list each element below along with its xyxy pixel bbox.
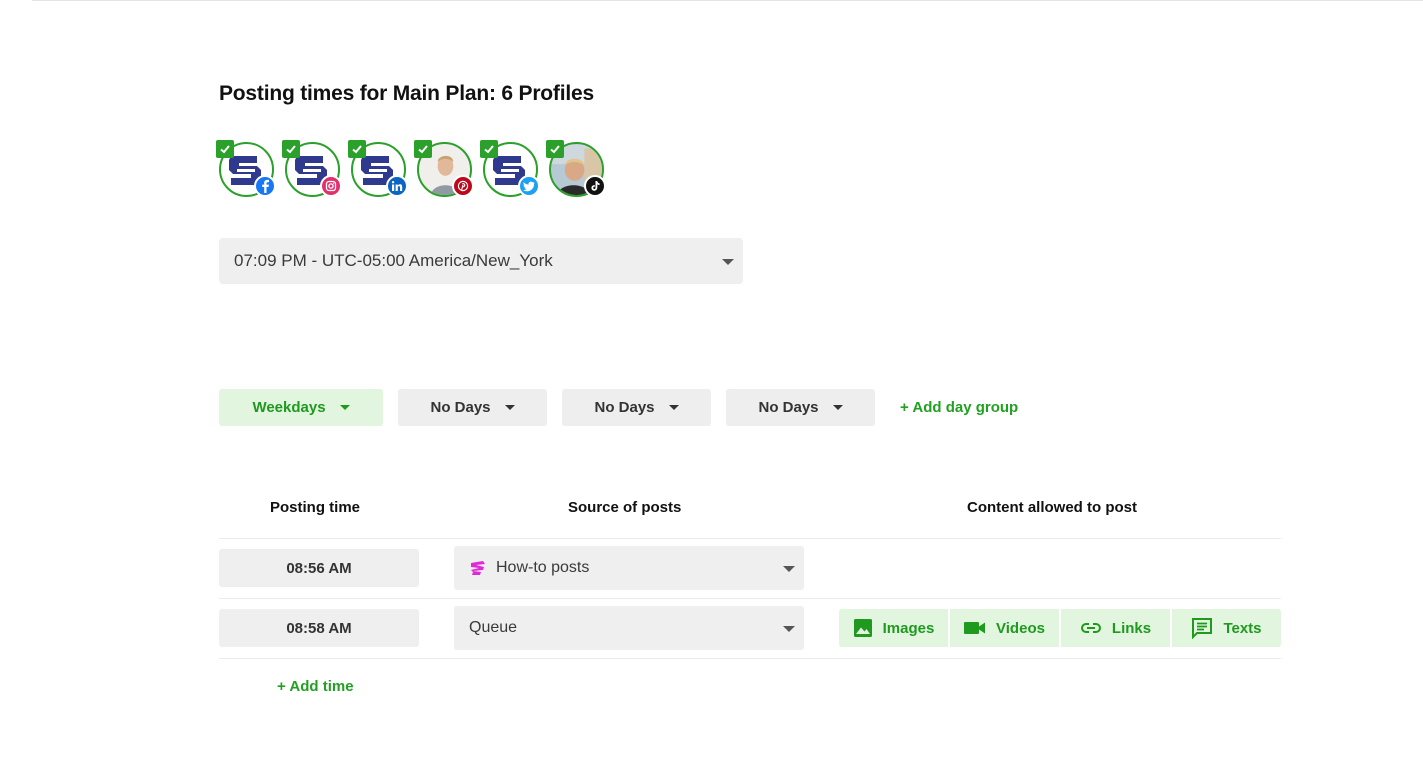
chevron-down-icon: [668, 405, 679, 410]
timezone-value: 07:09 PM - UTC-05:00 America/New_York: [234, 251, 553, 270]
column-header-content: Content allowed to post: [967, 499, 1137, 516]
facebook-icon: [254, 175, 276, 197]
column-header-posting-time: Posting time: [270, 499, 361, 516]
video-camera-icon: [964, 621, 986, 635]
content-type-toggles: Images Videos Links Texts: [839, 609, 1281, 647]
table-row: 08:56 AM How-to posts: [219, 539, 1281, 599]
chevron-down-icon: [722, 259, 734, 265]
link-icon: [1080, 622, 1102, 634]
chevron-down-icon: [783, 626, 795, 632]
source-select[interactable]: Queue: [454, 606, 804, 650]
day-group-label: No Days: [758, 399, 819, 416]
text-message-icon: [1191, 617, 1213, 639]
checkmark-icon: [414, 140, 432, 158]
chevron-down-icon: [504, 405, 515, 410]
content-label: Videos: [996, 619, 1045, 637]
tiktok-icon: [584, 175, 606, 197]
page-title: Posting times for Main Plan: 6 Profiles: [219, 82, 594, 106]
top-divider: [32, 0, 1423, 1]
content-toggle-links[interactable]: Links: [1061, 609, 1170, 647]
checkmark-icon: [348, 140, 366, 158]
category-tag-icon: [469, 559, 487, 577]
profile-avatar-linkedin[interactable]: [348, 140, 408, 197]
linkedin-icon: [386, 175, 408, 197]
table-row: 08:58 AM Queue Images Videos Links Texts: [219, 599, 1281, 659]
day-group-label: No Days: [594, 399, 655, 416]
day-group-tabs: Weekdays No Days No Days No Days + Add d…: [219, 389, 1018, 426]
image-icon: [853, 618, 873, 638]
checkmark-icon: [480, 140, 498, 158]
page-title-prefix: Posting times for: [219, 82, 393, 105]
checkmark-icon: [282, 140, 300, 158]
checkmark-icon: [546, 140, 564, 158]
content-toggle-images[interactable]: Images: [839, 609, 948, 647]
day-group-label: Weekdays: [252, 399, 326, 416]
checkmark-icon: [216, 140, 234, 158]
add-time-button[interactable]: + Add time: [277, 678, 354, 695]
posting-time-field[interactable]: 08:56 AM: [219, 549, 419, 587]
timezone-select[interactable]: 07:09 PM - UTC-05:00 America/New_York: [219, 238, 743, 284]
day-group-label: No Days: [430, 399, 491, 416]
content-toggle-texts[interactable]: Texts: [1172, 609, 1281, 647]
source-value: How-to posts: [496, 559, 590, 576]
profile-avatar-tiktok[interactable]: [546, 140, 606, 197]
plan-name: Main Plan: 6 Profiles: [392, 82, 594, 105]
chevron-down-icon: [339, 405, 350, 410]
day-group-3[interactable]: No Days: [562, 389, 711, 426]
pinterest-icon: [452, 175, 474, 197]
content-toggle-videos[interactable]: Videos: [950, 609, 1059, 647]
instagram-icon: [320, 175, 342, 197]
posting-time-field[interactable]: 08:58 AM: [219, 609, 419, 647]
source-value: Queue: [469, 619, 518, 636]
content-label: Links: [1111, 619, 1152, 637]
table-header: Posting time Source of posts Content all…: [219, 488, 1281, 539]
chevron-down-icon: [832, 405, 843, 410]
source-select[interactable]: How-to posts: [454, 546, 804, 590]
twitter-icon: [518, 175, 540, 197]
day-group-4[interactable]: No Days: [726, 389, 875, 426]
profile-avatar-facebook[interactable]: [216, 140, 276, 197]
profile-avatar-pinterest[interactable]: [414, 140, 474, 197]
profile-avatar-twitter[interactable]: [480, 140, 540, 197]
day-group-weekdays[interactable]: Weekdays: [219, 389, 383, 426]
column-header-source: Source of posts: [568, 499, 682, 516]
chevron-down-icon: [783, 566, 795, 572]
content-label: Images: [882, 619, 935, 637]
add-day-group-button[interactable]: + Add day group: [900, 399, 1018, 416]
content-label: Texts: [1223, 619, 1262, 637]
profile-avatar-instagram[interactable]: [282, 140, 342, 197]
posting-times-table: Posting time Source of posts Content all…: [219, 488, 1281, 695]
day-group-2[interactable]: No Days: [398, 389, 547, 426]
profile-selector: [216, 140, 606, 197]
